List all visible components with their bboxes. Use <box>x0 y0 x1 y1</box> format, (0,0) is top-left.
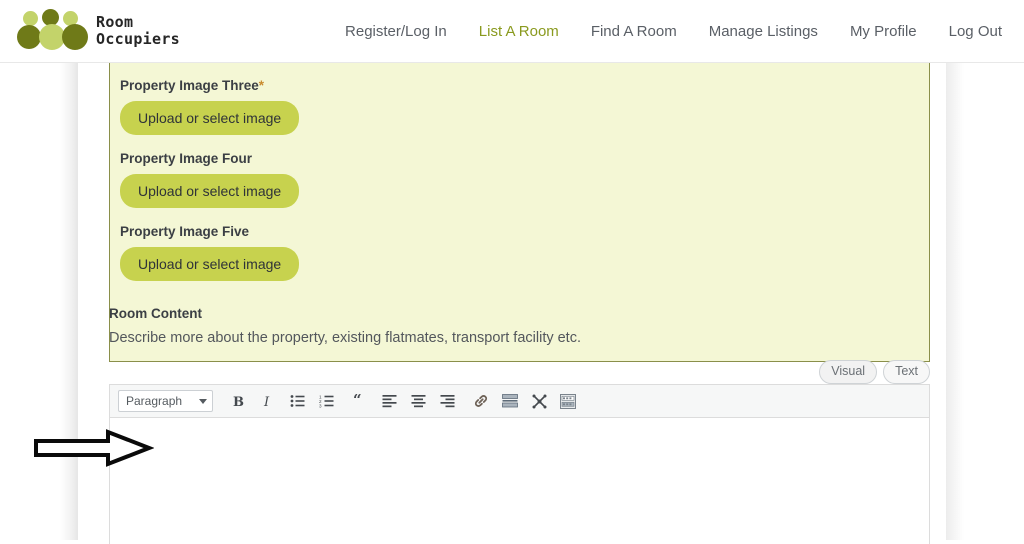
field-property-image-four: Property Image Four Upload or select ima… <box>120 151 300 208</box>
svg-text:B: B <box>233 395 244 409</box>
svg-text:3: 3 <box>319 403 322 408</box>
numbered-list-icon[interactable]: 1 2 3 <box>314 389 338 413</box>
label-text: Property Image Three <box>120 78 259 93</box>
toolbar-toggle-icon[interactable] <box>556 389 580 413</box>
editor-mode-tabs: Visual Text <box>819 360 930 384</box>
align-right-icon[interactable] <box>435 389 459 413</box>
svg-text:I: I <box>263 395 270 409</box>
nav-item-my-profile[interactable]: My Profile <box>834 23 933 40</box>
required-asterisk: * <box>258 78 265 93</box>
upload-button-image-five[interactable]: Upload or select image <box>120 247 300 281</box>
label-text: Property Image Four <box>120 151 253 166</box>
brand-line-1: Room <box>96 13 134 31</box>
read-more-icon[interactable] <box>498 389 522 413</box>
bold-icon[interactable]: B <box>227 389 251 413</box>
property-images-panel: Property Image Three* Upload or select i… <box>109 55 930 362</box>
room-content-description: Describe more about the property, existi… <box>109 330 581 346</box>
page-canvas: Property Image Three* Upload or select i… <box>78 55 946 544</box>
align-center-icon[interactable] <box>406 389 430 413</box>
field-property-image-three: Property Image Three* Upload or select i… <box>120 78 300 135</box>
pointer-arrow-annotation <box>32 428 155 473</box>
room-occupiers-logo-icon <box>14 9 88 53</box>
field-label-property-image-four: Property Image Four <box>120 151 299 166</box>
site-header: Room Occupiers Register/Log In List A Ro… <box>0 0 1024 63</box>
brand-logo[interactable]: Room Occupiers <box>14 9 180 53</box>
field-label-property-image-five: Property Image Five <box>120 224 299 239</box>
nav-item-register-login[interactable]: Register/Log In <box>329 23 463 40</box>
nav-item-find-a-room[interactable]: Find A Room <box>575 23 693 40</box>
tab-text[interactable]: Text <box>883 360 930 384</box>
editor-content-area[interactable] <box>110 418 929 544</box>
nav-item-log-out[interactable]: Log Out <box>933 23 1018 40</box>
page-edge-right <box>946 63 964 540</box>
brand-line-2: Occupiers <box>96 30 180 48</box>
paragraph-format-value: Paragraph <box>126 394 183 408</box>
insert-link-icon[interactable] <box>469 389 493 413</box>
field-property-image-five: Property Image Five Upload or select ima… <box>120 224 300 281</box>
nav-item-list-a-room[interactable]: List A Room <box>463 23 575 40</box>
bulleted-list-icon[interactable] <box>285 389 309 413</box>
editor-toolbar: Paragraph B I 1 2 3 “ <box>110 385 929 418</box>
field-label-property-image-three: Property Image Three* <box>120 78 299 93</box>
upload-button-image-four[interactable]: Upload or select image <box>120 174 300 208</box>
italic-icon[interactable]: I <box>256 389 280 413</box>
chevron-down-icon <box>199 398 207 404</box>
room-content-label: Room Content <box>109 306 202 321</box>
tab-visual[interactable]: Visual <box>819 360 878 384</box>
brand-name: Room Occupiers <box>96 14 180 48</box>
rich-text-editor: Paragraph B I 1 2 3 “ <box>109 384 930 544</box>
main-navigation: Register/Log In List A Room Find A Room … <box>329 23 1024 40</box>
align-left-icon[interactable] <box>377 389 401 413</box>
nav-item-manage-listings[interactable]: Manage Listings <box>693 23 834 40</box>
paragraph-format-select[interactable]: Paragraph <box>118 390 213 412</box>
upload-button-image-three[interactable]: Upload or select image <box>120 101 300 135</box>
fullscreen-icon[interactable] <box>527 389 551 413</box>
blockquote-icon[interactable]: “ <box>348 389 372 413</box>
label-text: Property Image Five <box>120 224 250 239</box>
svg-text:“: “ <box>353 394 362 408</box>
